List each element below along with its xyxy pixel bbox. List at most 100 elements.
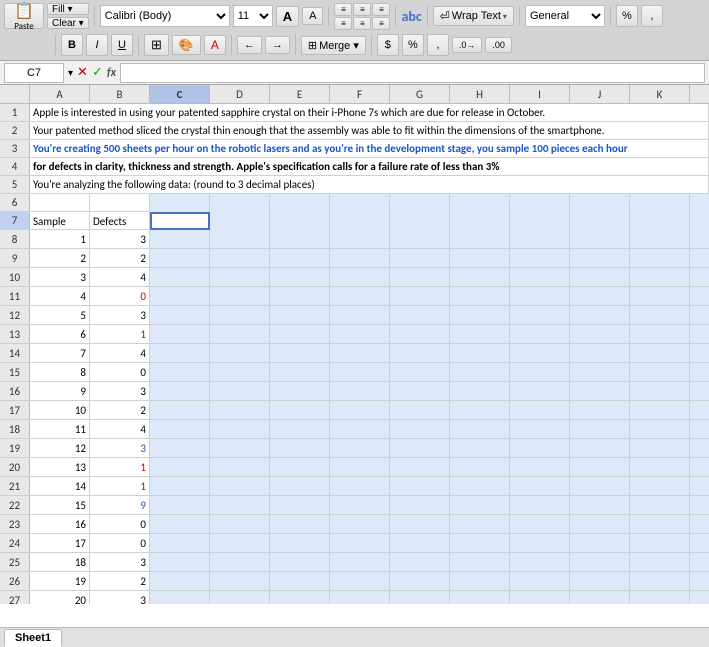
- cell-c8[interactable]: [150, 230, 210, 248]
- cell-g14[interactable]: [390, 344, 450, 362]
- cell-h18[interactable]: [450, 420, 510, 438]
- cell-e10[interactable]: [270, 268, 330, 286]
- cell-l15[interactable]: [690, 363, 709, 381]
- fill-color-button[interactable]: 🎨: [172, 35, 201, 55]
- cell-g13[interactable]: [390, 325, 450, 343]
- cell-i22[interactable]: [510, 496, 570, 514]
- cell-c17[interactable]: [150, 401, 210, 419]
- cell-g10[interactable]: [390, 268, 450, 286]
- cell-h12[interactable]: [450, 306, 510, 324]
- cell-h26[interactable]: [450, 572, 510, 590]
- cell-g6[interactable]: [390, 194, 450, 212]
- cell-l22[interactable]: [690, 496, 709, 514]
- cell-d11[interactable]: [210, 287, 270, 305]
- align-top-right-button[interactable]: ≡: [372, 3, 390, 16]
- cell-d14[interactable]: [210, 344, 270, 362]
- row-num-20[interactable]: 20: [0, 458, 30, 476]
- merge-button[interactable]: ⊞ Merge ▾: [301, 36, 366, 55]
- paste-button[interactable]: 📋 Paste: [4, 3, 44, 29]
- cell-f21[interactable]: [330, 477, 390, 495]
- cell-d21[interactable]: [210, 477, 270, 495]
- cell-k27[interactable]: [630, 591, 690, 604]
- cell-f10[interactable]: [330, 268, 390, 286]
- cell-d20[interactable]: [210, 458, 270, 476]
- cell-d18[interactable]: [210, 420, 270, 438]
- cell-a18[interactable]: 11: [30, 420, 90, 438]
- cell-k16[interactable]: [630, 382, 690, 400]
- cell-d13[interactable]: [210, 325, 270, 343]
- cell-j7[interactable]: [570, 212, 630, 230]
- cell-k13[interactable]: [630, 325, 690, 343]
- percent-button[interactable]: %: [616, 5, 638, 27]
- row-num-26[interactable]: 26: [0, 572, 30, 590]
- cell-b15[interactable]: 0: [90, 363, 150, 381]
- cell-b25[interactable]: 3: [90, 553, 150, 571]
- cell-h17[interactable]: [450, 401, 510, 419]
- cell-i13[interactable]: [510, 325, 570, 343]
- cell-a22[interactable]: 15: [30, 496, 90, 514]
- cell-l25[interactable]: [690, 553, 709, 571]
- italic-button[interactable]: I: [86, 34, 108, 56]
- cancel-icon[interactable]: ✕: [77, 65, 88, 80]
- cell-k23[interactable]: [630, 515, 690, 533]
- cell-a5[interactable]: You're analyzing the following data: (ro…: [30, 176, 709, 193]
- cell-k8[interactable]: [630, 230, 690, 248]
- cell-e15[interactable]: [270, 363, 330, 381]
- cell-f25[interactable]: [330, 553, 390, 571]
- row-num-13[interactable]: 13: [0, 325, 30, 343]
- cell-j26[interactable]: [570, 572, 630, 590]
- row-num-27[interactable]: 27: [0, 591, 30, 604]
- cell-i18[interactable]: [510, 420, 570, 438]
- row-num-14[interactable]: 14: [0, 344, 30, 362]
- confirm-icon[interactable]: ✓: [92, 65, 103, 80]
- cell-c13[interactable]: [150, 325, 210, 343]
- cell-g19[interactable]: [390, 439, 450, 457]
- cell-a7[interactable]: Sample: [30, 212, 90, 230]
- cell-a27[interactable]: 20: [30, 591, 90, 604]
- cell-h14[interactable]: [450, 344, 510, 362]
- cell-e14[interactable]: [270, 344, 330, 362]
- cell-i20[interactable]: [510, 458, 570, 476]
- cell-a3[interactable]: You're creating 500 sheets per hour on t…: [30, 140, 709, 157]
- cell-e27[interactable]: [270, 591, 330, 604]
- font-size-selector[interactable]: 11: [233, 5, 273, 27]
- cell-a11[interactable]: 4: [30, 287, 90, 305]
- decrease-indent-button[interactable]: ←: [237, 36, 262, 54]
- formula-input[interactable]: [120, 63, 705, 83]
- cell-f23[interactable]: [330, 515, 390, 533]
- align-top-left-button[interactable]: ≡: [334, 3, 352, 16]
- col-header-f[interactable]: F: [330, 85, 390, 103]
- cell-c27[interactable]: [150, 591, 210, 604]
- cell-f24[interactable]: [330, 534, 390, 552]
- cell-c23[interactable]: [150, 515, 210, 533]
- cell-g27[interactable]: [390, 591, 450, 604]
- cell-l7[interactable]: [690, 212, 709, 230]
- cell-h8[interactable]: [450, 230, 510, 248]
- cell-a1[interactable]: Apple is interested in using your patent…: [30, 104, 709, 121]
- border-button[interactable]: ⊞: [144, 34, 169, 56]
- row-num-2[interactable]: 2: [0, 122, 30, 139]
- cell-b19[interactable]: 3: [90, 439, 150, 457]
- cell-f12[interactable]: [330, 306, 390, 324]
- cell-e9[interactable]: [270, 249, 330, 267]
- cell-b13[interactable]: 1: [90, 325, 150, 343]
- cell-j16[interactable]: [570, 382, 630, 400]
- row-num-17[interactable]: 17: [0, 401, 30, 419]
- cell-f16[interactable]: [330, 382, 390, 400]
- cell-k15[interactable]: [630, 363, 690, 381]
- row-num-6[interactable]: 6: [0, 194, 30, 211]
- col-header-i[interactable]: I: [510, 85, 570, 103]
- cell-i23[interactable]: [510, 515, 570, 533]
- cell-l12[interactable]: [690, 306, 709, 324]
- cell-g18[interactable]: [390, 420, 450, 438]
- align-bottom-center-button[interactable]: ≡: [353, 17, 371, 30]
- cell-f9[interactable]: [330, 249, 390, 267]
- cell-l20[interactable]: [690, 458, 709, 476]
- cell-e17[interactable]: [270, 401, 330, 419]
- cell-a15[interactable]: 8: [30, 363, 90, 381]
- cell-h6[interactable]: [450, 194, 510, 212]
- cell-f22[interactable]: [330, 496, 390, 514]
- row-num-12[interactable]: 12: [0, 306, 30, 324]
- cell-e6[interactable]: [270, 194, 330, 212]
- cell-g11[interactable]: [390, 287, 450, 305]
